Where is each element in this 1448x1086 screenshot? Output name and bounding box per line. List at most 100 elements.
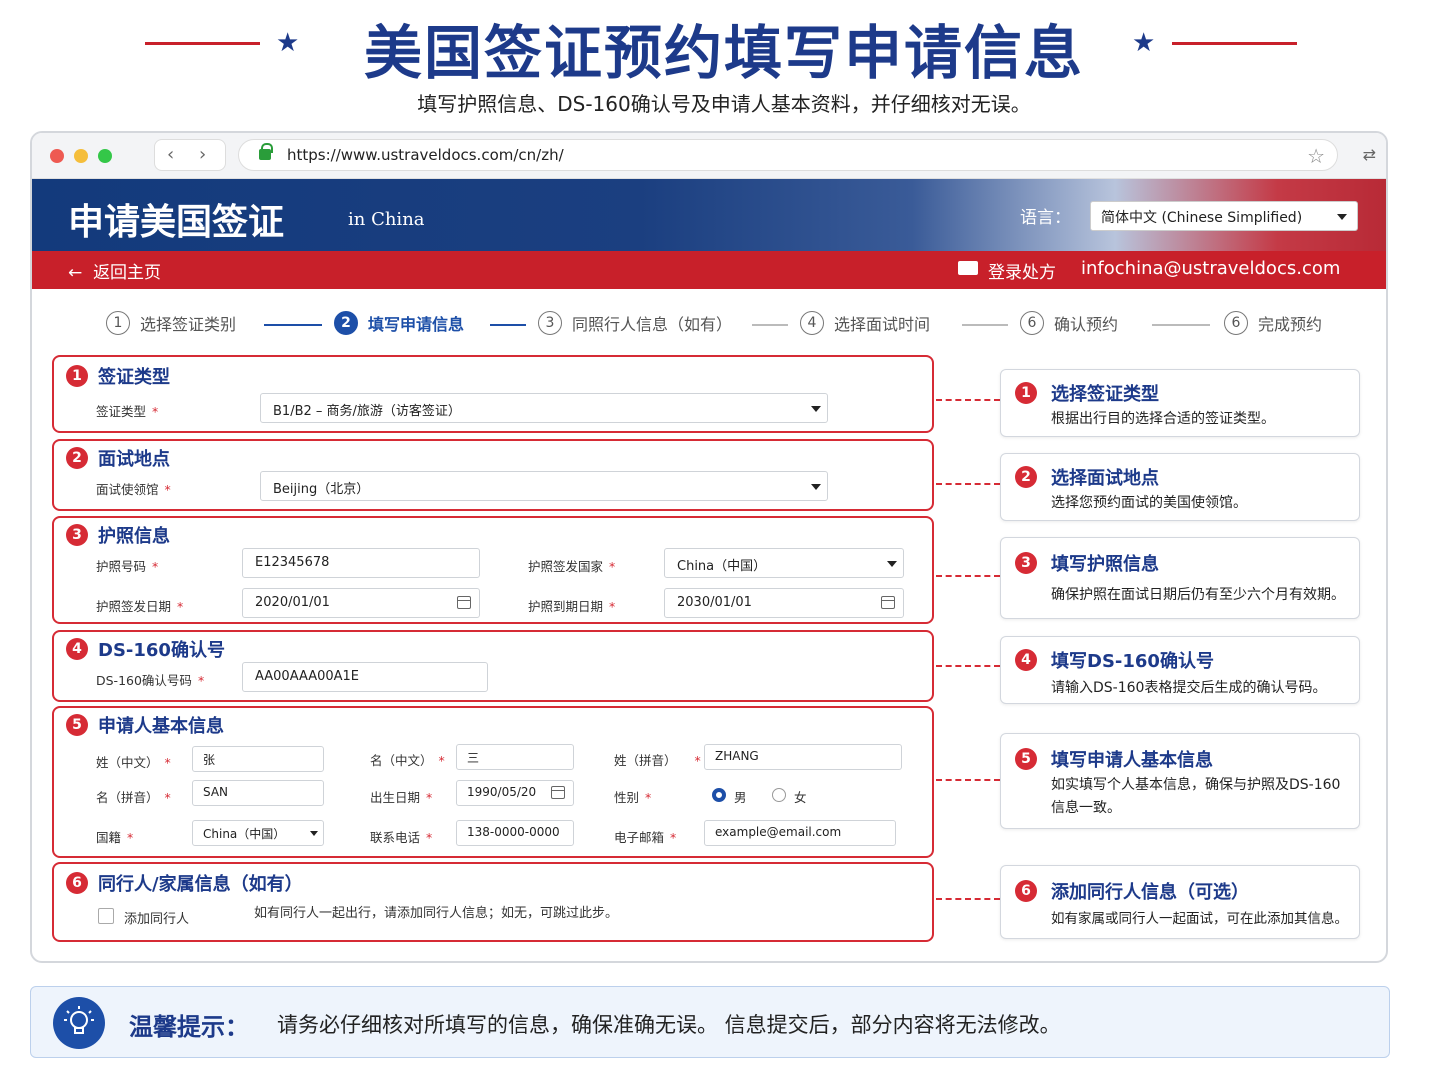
section-title: 同行人/家属信息（如有） xyxy=(98,874,303,895)
connector-line xyxy=(936,779,1000,781)
section-title: 面试地点 xyxy=(98,449,170,470)
nationality-label: 国籍 * xyxy=(96,830,134,845)
star-icon: ★ xyxy=(1132,28,1156,58)
dob-label: 出生日期 * xyxy=(370,790,433,805)
card-number-badge: 6 xyxy=(1015,880,1037,902)
section-applicant: 5 申请人基本信息 姓（中文） * 张 名（中文） * 三 姓（拼音） * ZHANG… xyxy=(52,706,934,858)
surname-cn-label: 姓（中文） * xyxy=(96,755,171,770)
step-number: 3 xyxy=(538,311,562,335)
back-arrow-icon[interactable]: ‹ xyxy=(167,144,174,165)
chevron-down-icon xyxy=(811,484,821,490)
step-number: 4 xyxy=(800,311,824,335)
step-4: 4 选择面试时间 xyxy=(800,311,930,335)
ds160-input[interactable]: AA00AAA00A1E xyxy=(242,662,488,692)
card-number-badge: 2 xyxy=(1015,466,1037,488)
calendar-icon[interactable] xyxy=(457,596,471,609)
card-description: 根据出行目的选择合适的签证类型。 xyxy=(1051,411,1275,427)
add-companion-label: 添加同行人 xyxy=(124,912,190,927)
tip-text: 请务必仔细核对所填写的信息，确保准确无误。 信息提交后，部分内容将无法修改。 xyxy=(277,1013,1061,1037)
consulate-select[interactable]: Beijing（北京） xyxy=(260,471,828,501)
guide-card-1: 1 选择签证类型 根据出行目的选择合适的签证类型。 xyxy=(1000,369,1360,437)
section-number-badge: 5 xyxy=(66,714,88,736)
site-title: 申请美国签证 xyxy=(68,201,285,243)
contact-email[interactable]: infochina@ustraveldocs.com xyxy=(1081,258,1340,279)
browser-window: ‹ › https://www.ustraveldocs.com/cn/zh/ … xyxy=(30,131,1388,963)
calendar-icon[interactable] xyxy=(551,786,565,799)
card-number-badge: 5 xyxy=(1015,748,1037,770)
passport-issue-date-label: 护照签发日期 * xyxy=(96,599,184,614)
passport-country-label: 护照签发国家 * xyxy=(528,559,616,574)
passport-number-input[interactable]: E12345678 xyxy=(242,548,480,578)
site-subtitle: in China xyxy=(348,209,425,230)
login-link[interactable]: 登录处方 xyxy=(988,258,1056,283)
add-companion-checkbox[interactable] xyxy=(98,908,114,924)
passport-expiry-date-input[interactable]: 2030/01/01 xyxy=(664,588,904,618)
card-title: 添加同行人信息（可选） xyxy=(1051,882,1249,903)
surname-cn-input[interactable]: 张 xyxy=(192,746,324,772)
gender-female-radio[interactable] xyxy=(772,788,786,802)
card-description: 请输入DS-160表格提交后生成的确认号码。 xyxy=(1051,680,1327,696)
calendar-icon[interactable] xyxy=(881,596,895,609)
passport-expiry-date-label: 护照到期日期 * xyxy=(528,599,616,614)
visa-type-select[interactable]: B1/B2 – 商务/旅游（访客签证） xyxy=(260,393,828,423)
guide-card-4: 4 填写DS-160确认号 请输入DS-160表格提交后生成的确认号码。 xyxy=(1000,636,1360,704)
chevron-down-icon xyxy=(811,406,821,412)
dob-input[interactable]: 1990/05/20 xyxy=(456,780,574,806)
step-label: 选择面试时间 xyxy=(834,315,931,334)
email-input[interactable]: example@email.com xyxy=(704,820,896,846)
section-visa-type: 1 签证类型 签证类型 * B1/B2 – 商务/旅游（访客签证） xyxy=(52,355,934,433)
tabs-switch-icon[interactable]: ⇄ xyxy=(1363,145,1376,164)
site-header: 申请美国签证 in China 语言： 简体中文 (Chinese Simpli… xyxy=(32,179,1386,251)
gender-male-radio[interactable] xyxy=(712,788,726,802)
card-title: 填写申请人基本信息 xyxy=(1051,750,1213,771)
section-number-badge: 3 xyxy=(66,524,88,546)
step-connector xyxy=(752,324,788,326)
section-number-badge: 4 xyxy=(66,638,88,660)
section-title: 申请人基本信息 xyxy=(98,716,224,737)
step-label: 确认预约 xyxy=(1054,315,1119,334)
section-ds160: 4 DS-160确认号 DS-160确认号码 * AA00AAA00A1E xyxy=(52,630,934,702)
close-window-button[interactable] xyxy=(50,149,64,163)
passport-issue-date-input[interactable]: 2020/01/01 xyxy=(242,588,480,618)
step-connector xyxy=(490,324,526,326)
step-connector xyxy=(1152,324,1210,326)
card-description: 如实填写个人基本信息，确保与护照及DS-160信息一致。 xyxy=(1051,777,1341,816)
lightbulb-icon xyxy=(53,997,105,1049)
card-title: 填写护照信息 xyxy=(1051,554,1159,575)
minimize-window-button[interactable] xyxy=(74,149,88,163)
phone-input[interactable]: 138-0000-0000 xyxy=(456,820,574,846)
nationality-select[interactable]: China（中国） xyxy=(192,820,324,846)
card-number-badge: 3 xyxy=(1015,552,1037,574)
connector-line xyxy=(936,898,1000,900)
forward-arrow-icon[interactable]: › xyxy=(199,144,206,165)
section-number-badge: 2 xyxy=(66,447,88,469)
language-select[interactable]: 简体中文 (Chinese Simplified) xyxy=(1090,201,1358,231)
step-5: 6 确认预约 xyxy=(1020,311,1118,335)
passport-country-select[interactable]: China（中国） xyxy=(664,548,904,578)
step-number: 6 xyxy=(1020,311,1044,335)
card-number-badge: 1 xyxy=(1015,382,1037,404)
step-2: 2 填写申请信息 xyxy=(334,311,464,335)
given-py-input[interactable]: SAN xyxy=(192,780,324,806)
section-title: 签证类型 xyxy=(98,367,170,388)
consulate-label: 面试使领馆 * xyxy=(96,482,171,497)
section-companion: 6 同行人/家属信息（如有） 添加同行人 如有同行人一起出行，请添加同行人信息；… xyxy=(52,862,934,942)
given-cn-input[interactable]: 三 xyxy=(456,744,574,770)
surname-py-input[interactable]: ZHANG xyxy=(704,744,902,770)
guide-card-3: 3 填写护照信息 确保护照在面试日期后仍有至少六个月有效期。 xyxy=(1000,537,1360,619)
visa-type-label: 签证类型 * xyxy=(96,404,159,419)
section-title: 护照信息 xyxy=(98,526,170,547)
gender-label: 性别 * xyxy=(614,790,652,805)
bookmark-star-icon[interactable]: ☆ xyxy=(1307,144,1325,168)
maximize-window-button[interactable] xyxy=(98,149,112,163)
card-title: 填写DS-160确认号 xyxy=(1051,651,1214,672)
guide-card-2: 2 选择面试地点 选择您预约面试的美国使领馆。 xyxy=(1000,453,1360,521)
step-3: 3 同照行人信息（如有） xyxy=(538,311,732,335)
section-interview-location: 2 面试地点 面试使领馆 * Beijing（北京） xyxy=(52,439,934,511)
address-bar[interactable]: https://www.ustraveldocs.com/cn/zh/ ☆ xyxy=(238,139,1338,171)
nav-buttons: ‹ › xyxy=(154,139,226,171)
card-description: 如有家属或同行人一起面试，可在此添加其信息。 xyxy=(1051,911,1348,927)
back-home-link[interactable]: ← 返回主页 xyxy=(68,258,161,283)
chevron-down-icon xyxy=(1337,214,1347,220)
site-nav-bar: ← 返回主页 登录处方 infochina@ustraveldocs.com xyxy=(32,251,1386,289)
